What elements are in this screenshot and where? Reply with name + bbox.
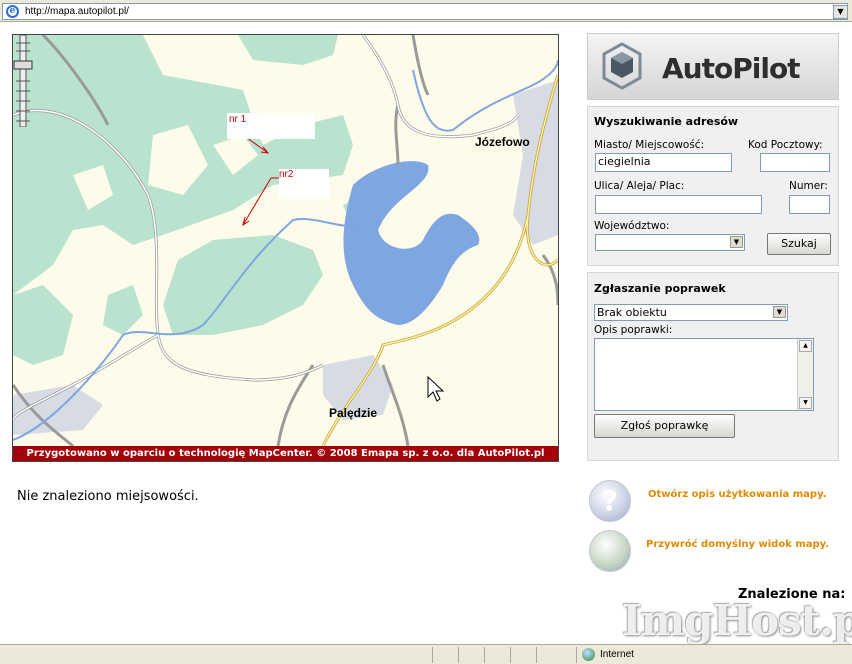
map-copyright: Przygotowano w oparciu o technologię Map… <box>13 446 558 461</box>
marker-label-1: nr 1 <box>229 114 247 125</box>
cursor-icon <box>427 375 445 402</box>
voivodeship-select[interactable]: ▼ <box>595 234 745 251</box>
city-input[interactable]: ciegielnia <box>595 153 732 172</box>
zip-label: Kod Pocztowy: <box>748 139 823 151</box>
chevron-down-icon[interactable]: ▼ <box>833 5 848 19</box>
correction-desc-label: Opis poprawki: <box>594 324 673 336</box>
forest-areas <box>13 35 373 365</box>
reset-view-link[interactable]: Przywróć domyślny widok mapy. <box>646 539 829 550</box>
scroll-down-icon[interactable]: ▼ <box>799 397 812 409</box>
address-bar: e http://mapa.autopilot.pl/ ▼ <box>0 0 852 22</box>
city-label: Miasto/ Miejscowość: <box>594 139 705 151</box>
status-separator <box>458 647 459 663</box>
ie-icon: e <box>6 5 19 18</box>
internet-zone-icon <box>582 648 595 661</box>
status-separator <box>576 647 577 663</box>
zip-input[interactable] <box>760 153 830 172</box>
voivodeship-label: Województwo: <box>594 220 670 232</box>
number-label: Numer: <box>789 180 828 192</box>
correction-type-select[interactable]: Brak obiektu ▼ <box>594 304 788 321</box>
search-button[interactable]: Szukaj <box>767 233 831 255</box>
help-link[interactable]: Otwórz opis użytkowania mapy. <box>648 489 827 500</box>
globe-icon[interactable] <box>589 530 631 572</box>
lake <box>343 161 480 325</box>
status-separator <box>484 647 485 663</box>
place-label-paledzie: Palędzie <box>329 406 378 420</box>
scroll-up-icon[interactable]: ▲ <box>799 340 812 352</box>
logo-text: AutoPilot <box>662 52 801 85</box>
street-input[interactable] <box>595 195 762 214</box>
search-title: Wyszukiwanie adresów <box>594 115 739 128</box>
map-viewport[interactable]: nr 1 nr2 Józefowo Palędzie Przygotowano … <box>12 34 559 462</box>
textarea-scrollbar[interactable]: ▲ ▼ <box>797 339 813 410</box>
address-search-panel: Wyszukiwanie adresów Miasto/ Miejscowość… <box>587 106 839 266</box>
correction-desc-textarea[interactable]: ▲ ▼ <box>594 338 814 411</box>
marker-label-2: nr2 <box>279 169 294 180</box>
status-separator <box>536 647 537 663</box>
status-separator <box>510 647 511 663</box>
help-question-icon[interactable]: ? <box>589 480 631 522</box>
chevron-down-icon[interactable]: ▼ <box>773 306 786 318</box>
place-label-jozefowo: Józefowo <box>475 135 530 149</box>
browser-status-bar: Internet <box>0 644 852 664</box>
street-label: Ulica/ Aleja/ Plac: <box>594 180 685 192</box>
corrections-panel: Zgłaszanie poprawek Brak obiektu ▼ Opis … <box>587 272 839 461</box>
map-canvas <box>13 35 558 446</box>
autopilot-logo: AutoPilot <box>587 33 839 100</box>
corrections-title: Zgłaszanie poprawek <box>594 282 726 295</box>
security-zone-label: Internet <box>600 649 634 660</box>
imghost-watermark: ImgHost.pl <box>622 596 852 645</box>
correction-type-value: Brak obiektu <box>597 306 667 319</box>
zoom-slider[interactable] <box>13 35 33 127</box>
status-separator <box>432 647 433 663</box>
cube-logo-icon <box>602 42 642 90</box>
url-text: http://mapa.autopilot.pl/ <box>25 6 129 17</box>
search-result-message: Nie znaleziono miejsowości. <box>17 489 199 504</box>
url-field[interactable]: e http://mapa.autopilot.pl/ ▼ <box>2 3 848 20</box>
chevron-down-icon[interactable]: ▼ <box>730 236 743 248</box>
submit-correction-button[interactable]: Zgłoś poprawkę <box>594 414 735 438</box>
number-input[interactable] <box>789 195 830 214</box>
